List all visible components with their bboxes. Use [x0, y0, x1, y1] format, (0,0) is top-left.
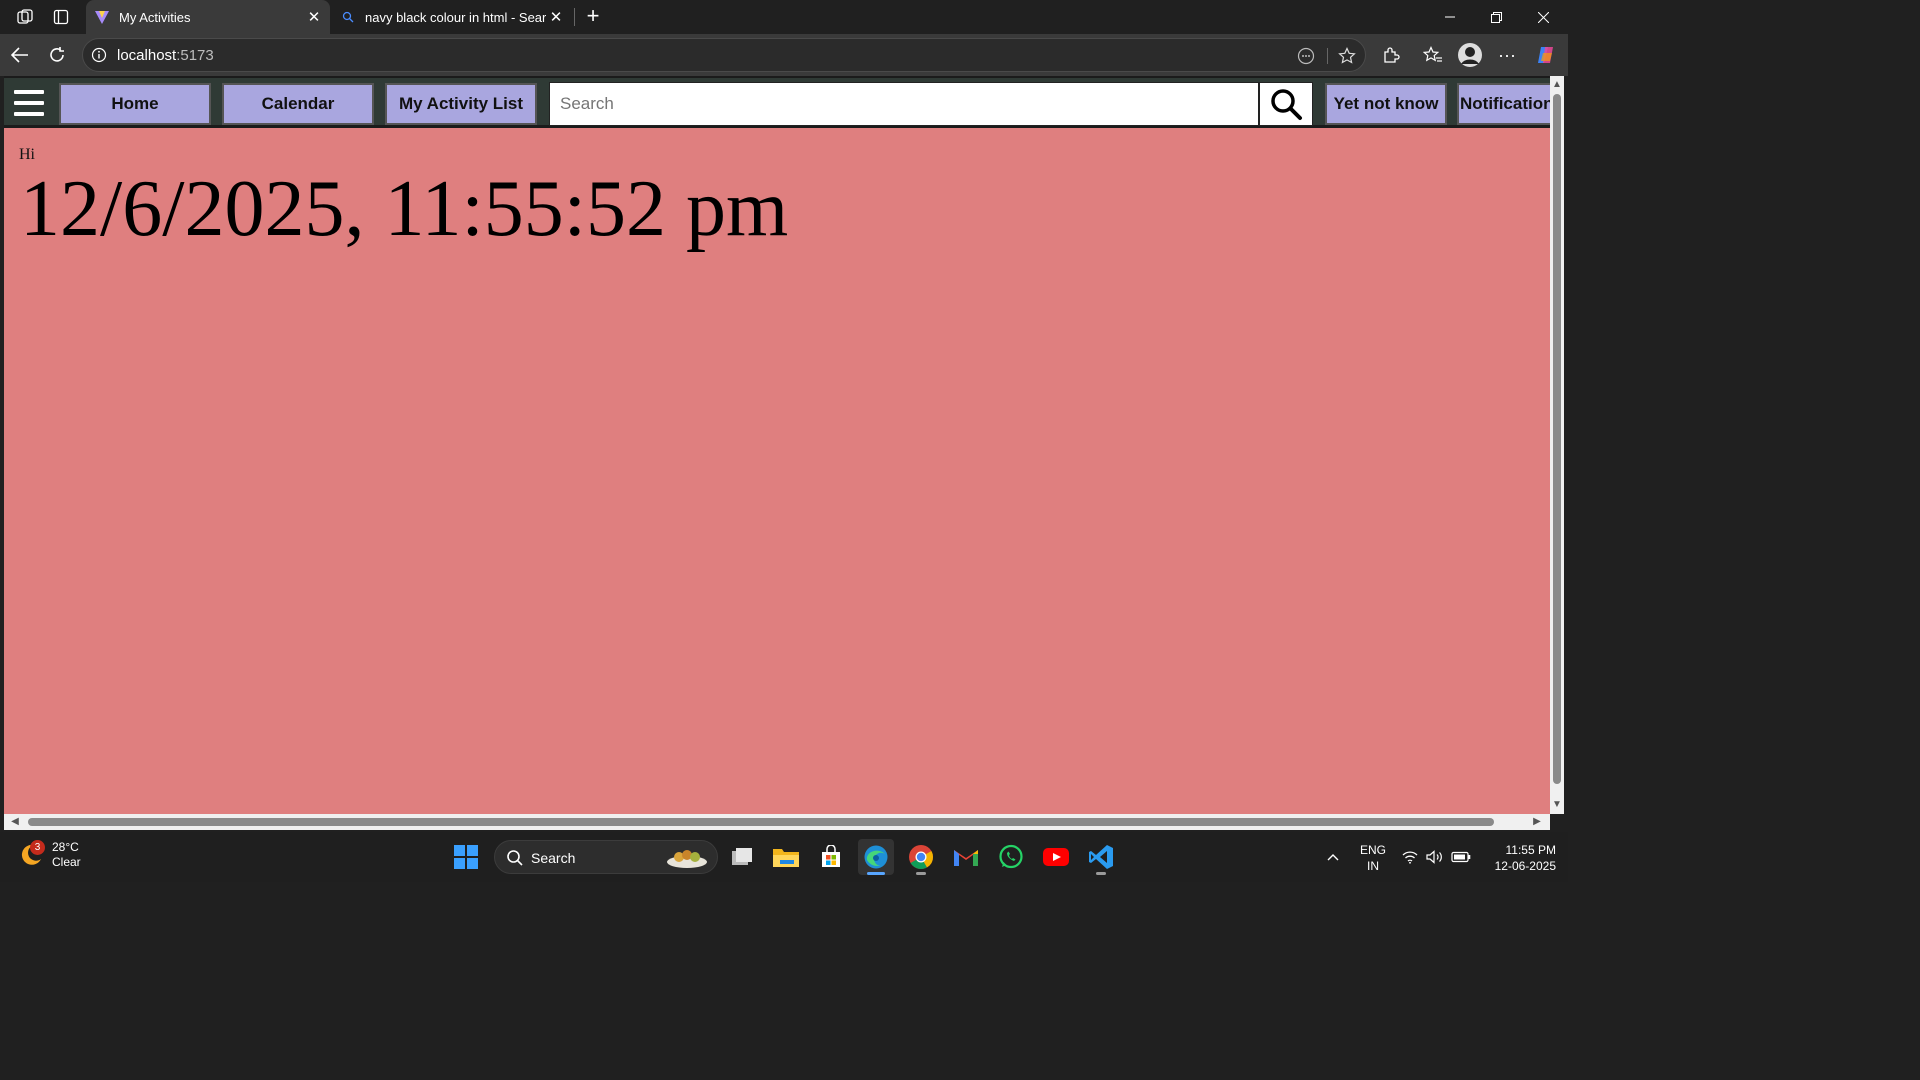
url-host: localhost — [117, 47, 177, 64]
battery-icon[interactable] — [1450, 832, 1472, 882]
volume-icon[interactable] — [1425, 832, 1445, 882]
new-tab-icon[interactable]: + — [582, 5, 604, 27]
tab-title: My Activities — [119, 9, 191, 25]
taskbar-search-label: Search — [531, 850, 576, 866]
extensions-icon[interactable] — [1378, 42, 1404, 68]
site-info-icon[interactable] — [91, 47, 107, 63]
minimize-icon[interactable] — [1426, 0, 1473, 34]
file-explorer-icon[interactable] — [768, 839, 804, 875]
search-icon — [507, 850, 523, 866]
youtube-icon[interactable] — [1038, 839, 1074, 875]
address-bar[interactable]: localhost:5173 — [82, 38, 1366, 72]
favorite-star-icon[interactable] — [1337, 46, 1357, 66]
restore-icon[interactable] — [1473, 0, 1520, 34]
vscode-icon[interactable] — [1083, 839, 1119, 875]
whatsapp-icon[interactable] — [993, 839, 1029, 875]
search-button[interactable] — [1259, 82, 1313, 126]
tab-search[interactable]: navy black colour in html - Search ✕ — [332, 0, 572, 34]
close-window-icon[interactable] — [1520, 0, 1567, 34]
task-view-icon[interactable] — [724, 839, 760, 875]
horizontal-scroll-thumb[interactable] — [28, 818, 1494, 826]
activity-list-button[interactable]: My Activity List — [385, 83, 537, 125]
language-code: ENG — [1359, 843, 1386, 857]
microsoft-store-icon[interactable] — [813, 839, 849, 875]
chrome-icon[interactable] — [903, 839, 939, 875]
scroll-right-icon[interactable]: ▶ — [1532, 817, 1542, 827]
workspaces-icon[interactable] — [14, 6, 36, 28]
search-input[interactable] — [549, 82, 1259, 126]
tab-separator — [574, 8, 575, 26]
scroll-left-icon[interactable]: ◀ — [10, 817, 20, 827]
favorites-icon[interactable] — [1420, 42, 1446, 68]
show-hidden-icons-icon[interactable] — [1322, 832, 1344, 882]
search-favicon-icon — [340, 9, 356, 25]
hamburger-menu-icon[interactable] — [14, 90, 44, 118]
calendar-button[interactable]: Calendar — [222, 83, 374, 125]
yet-not-know-button[interactable]: Yet not know — [1325, 83, 1447, 125]
region-code: IN — [1367, 859, 1379, 873]
page-viewport: Home Calendar My Activity List Yet not k… — [4, 76, 1550, 814]
taskbar-time: 11:55 PM — [1505, 843, 1556, 857]
vertical-scrollbar[interactable]: ▲ ▼ — [1550, 76, 1564, 814]
close-tab-icon[interactable]: ✕ — [304, 7, 324, 27]
omnibox-separator — [1327, 48, 1328, 64]
taskbar-date: 12-06-2025 — [1494, 859, 1556, 873]
datetime-display: 12/6/2025, 11:55:52 pm — [20, 165, 789, 253]
browser-titlebar: My Activities ✕ navy black colour in htm… — [0, 0, 1568, 34]
scroll-down-icon[interactable]: ▼ — [1552, 800, 1562, 810]
home-button[interactable]: Home — [59, 83, 211, 125]
copilot-icon[interactable] — [1533, 42, 1559, 68]
windows-taskbar: 3 28°C Clear Search ENG IN 11:55 PM 12-0… — [0, 832, 1568, 882]
reading-mode-icon[interactable] — [1296, 46, 1316, 66]
weather-condition: Clear — [52, 855, 81, 869]
weather-temp: 28°C — [52, 840, 79, 854]
search-highlight-icon — [667, 850, 707, 868]
wifi-icon[interactable] — [1400, 832, 1420, 882]
weather-badge: 3 — [30, 840, 45, 855]
tab-actions-icon[interactable] — [50, 6, 72, 28]
url-port: :5173 — [176, 47, 214, 64]
browser-toolbar: localhost:5173 ··· — [0, 34, 1568, 76]
url-text[interactable]: localhost:5173 — [117, 47, 214, 64]
edge-browser-icon[interactable] — [858, 839, 894, 875]
greeting-text: Hi — [19, 146, 35, 163]
tab-my-activities[interactable]: My Activities ✕ — [86, 0, 330, 34]
refresh-icon[interactable] — [44, 42, 70, 68]
vite-favicon-icon — [94, 9, 110, 25]
tab-title: navy black colour in html - Search — [365, 9, 546, 25]
profile-avatar[interactable] — [1457, 42, 1483, 68]
more-options-icon[interactable]: ··· — [1494, 42, 1520, 68]
horizontal-scrollbar[interactable]: ◀ ▶ — [4, 814, 1550, 830]
notification-button[interactable]: Notification — [1457, 83, 1550, 125]
gmail-icon[interactable] — [948, 839, 984, 875]
windows-start-icon[interactable] — [448, 839, 484, 875]
search-icon — [1271, 89, 1302, 120]
close-tab-icon[interactable]: ✕ — [546, 7, 566, 27]
back-icon[interactable] — [7, 42, 33, 68]
moon-weather-icon: 3 — [18, 840, 45, 868]
app-navbar: Home Calendar My Activity List Yet not k… — [4, 76, 1550, 128]
weather-widget[interactable]: 3 28°C Clear — [18, 840, 81, 870]
vertical-scroll-thumb[interactable] — [1553, 94, 1561, 784]
taskbar-search[interactable]: Search — [494, 840, 718, 874]
taskbar-clock[interactable]: 11:55 PM 12-06-2025 — [1478, 842, 1556, 874]
scroll-up-icon[interactable]: ▲ — [1552, 80, 1562, 90]
language-indicator[interactable]: ENG IN — [1356, 842, 1390, 874]
